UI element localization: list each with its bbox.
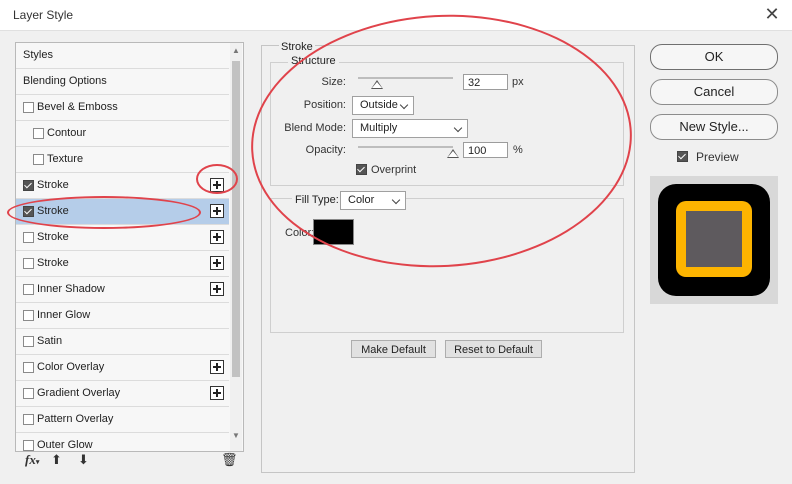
opacity-input[interactable]: 100: [463, 142, 508, 158]
preview-outer-stroke: [658, 184, 770, 296]
scroll-thumb[interactable]: [232, 61, 240, 377]
fx-icon[interactable]: fx▾: [25, 452, 39, 468]
style-row[interactable]: Satin: [16, 329, 229, 355]
position-select[interactable]: Outside: [352, 96, 414, 115]
style-checkbox[interactable]: [33, 128, 44, 139]
add-effect-icon[interactable]: [210, 178, 224, 192]
style-label: Stroke: [37, 179, 69, 191]
move-down-icon[interactable]: ⬇: [78, 452, 89, 468]
style-checkbox[interactable]: [23, 232, 34, 243]
add-effect-icon[interactable]: [210, 386, 224, 400]
style-label: Texture: [47, 153, 84, 165]
size-unit: px: [512, 76, 524, 88]
style-label: Inner Glow: [37, 309, 91, 321]
style-checkbox[interactable]: [23, 362, 34, 373]
add-effect-icon[interactable]: [210, 282, 224, 296]
style-checkbox[interactable]: [23, 180, 34, 191]
position-label: Position:: [303, 99, 346, 111]
opacity-label: Opacity:: [305, 144, 346, 156]
blend-mode-select[interactable]: Multiply: [352, 119, 468, 138]
title-bar: Layer Style ✕: [0, 0, 792, 31]
style-preview: [650, 176, 778, 304]
style-label: Stroke: [37, 231, 69, 243]
style-row[interactable]: Blending Options: [16, 69, 229, 95]
style-checkbox[interactable]: [23, 388, 34, 399]
scroll-down-icon[interactable]: ▼: [231, 431, 241, 441]
style-checkbox[interactable]: [23, 284, 34, 295]
style-row[interactable]: Gradient Overlay: [16, 381, 229, 407]
style-row[interactable]: Pattern Overlay: [16, 407, 229, 433]
style-label: Bevel & Emboss: [37, 101, 118, 113]
style-checkbox[interactable]: [23, 414, 34, 425]
add-effect-icon[interactable]: [210, 204, 224, 218]
style-row[interactable]: Styles: [16, 43, 229, 69]
size-slider-track[interactable]: [358, 77, 453, 79]
style-row[interactable]: Stroke: [16, 173, 229, 199]
close-icon[interactable]: ✕: [764, 5, 780, 23]
style-label: Contour: [47, 127, 87, 139]
new-style-button[interactable]: New Style...: [650, 114, 778, 140]
trash-icon[interactable]: 🗑: [221, 452, 238, 468]
style-checkbox[interactable]: [23, 102, 34, 113]
styles-list-scrollbar[interactable]: ▲ ▼: [230, 43, 242, 451]
style-row[interactable]: Stroke: [16, 199, 229, 225]
overprint-checkbox[interactable]: [356, 164, 367, 175]
style-label: Blending Options: [23, 75, 107, 87]
style-row[interactable]: Bevel & Emboss: [16, 95, 229, 121]
opacity-slider-track[interactable]: [358, 146, 453, 148]
style-label: Stroke: [37, 205, 69, 217]
color-swatch[interactable]: [313, 219, 354, 245]
make-default-button[interactable]: Make Default: [351, 340, 436, 358]
size-label: Size:: [321, 76, 346, 88]
fill-type-label: Fill Type:: [292, 194, 342, 206]
preview-checkbox[interactable]: [677, 151, 688, 162]
style-row[interactable]: Texture: [16, 147, 229, 173]
styles-toolbar: fx▾ ⬆ ⬇ 🗑: [15, 450, 242, 472]
style-checkbox[interactable]: [23, 336, 34, 347]
add-effect-icon[interactable]: [210, 360, 224, 374]
style-row[interactable]: Stroke: [16, 225, 229, 251]
style-row[interactable]: Color Overlay: [16, 355, 229, 381]
style-label: Stroke: [37, 257, 69, 269]
style-checkbox[interactable]: [23, 206, 34, 217]
window-title: Layer Style: [13, 8, 74, 22]
add-effect-icon[interactable]: [210, 230, 224, 244]
style-row[interactable]: Stroke: [16, 251, 229, 277]
style-checkbox[interactable]: [23, 258, 34, 269]
style-checkbox[interactable]: [23, 310, 34, 321]
style-row[interactable]: Contour: [16, 121, 229, 147]
style-label: Pattern Overlay: [37, 413, 114, 425]
style-row[interactable]: Inner Shadow: [16, 277, 229, 303]
style-label: Gradient Overlay: [37, 387, 121, 399]
stroke-title: Stroke: [279, 41, 315, 53]
size-slider-knob[interactable]: [371, 80, 383, 89]
blend-mode-label: Blend Mode:: [284, 122, 346, 134]
style-label: Styles: [23, 49, 53, 61]
styles-list: Styles Blending Options Bevel & Emboss Cont…: [15, 42, 244, 452]
style-label: Inner Shadow: [37, 283, 105, 295]
size-input[interactable]: 32: [463, 74, 508, 90]
preview-fill: [686, 211, 742, 267]
style-row[interactable]: Inner Glow: [16, 303, 229, 329]
style-checkbox[interactable]: [33, 154, 44, 165]
ok-button[interactable]: OK: [650, 44, 778, 70]
preview-inner-stroke: [676, 201, 752, 277]
overprint-label: Overprint: [371, 164, 417, 176]
style-label: Color Overlay: [37, 361, 105, 373]
move-up-icon[interactable]: ⬆: [51, 452, 62, 468]
fill-type-select[interactable]: Color: [340, 191, 406, 210]
scroll-up-icon[interactable]: ▲: [231, 46, 241, 56]
style-label: Satin: [37, 335, 63, 347]
preview-label: Preview: [696, 150, 739, 164]
cancel-button[interactable]: Cancel: [650, 79, 778, 105]
opacity-unit: %: [513, 144, 523, 156]
structure-title: Structure: [288, 55, 339, 67]
reset-default-button[interactable]: Reset to Default: [445, 340, 542, 358]
opacity-slider-knob[interactable]: [447, 149, 459, 158]
color-label: Color:: [285, 227, 315, 239]
add-effect-icon[interactable]: [210, 256, 224, 270]
